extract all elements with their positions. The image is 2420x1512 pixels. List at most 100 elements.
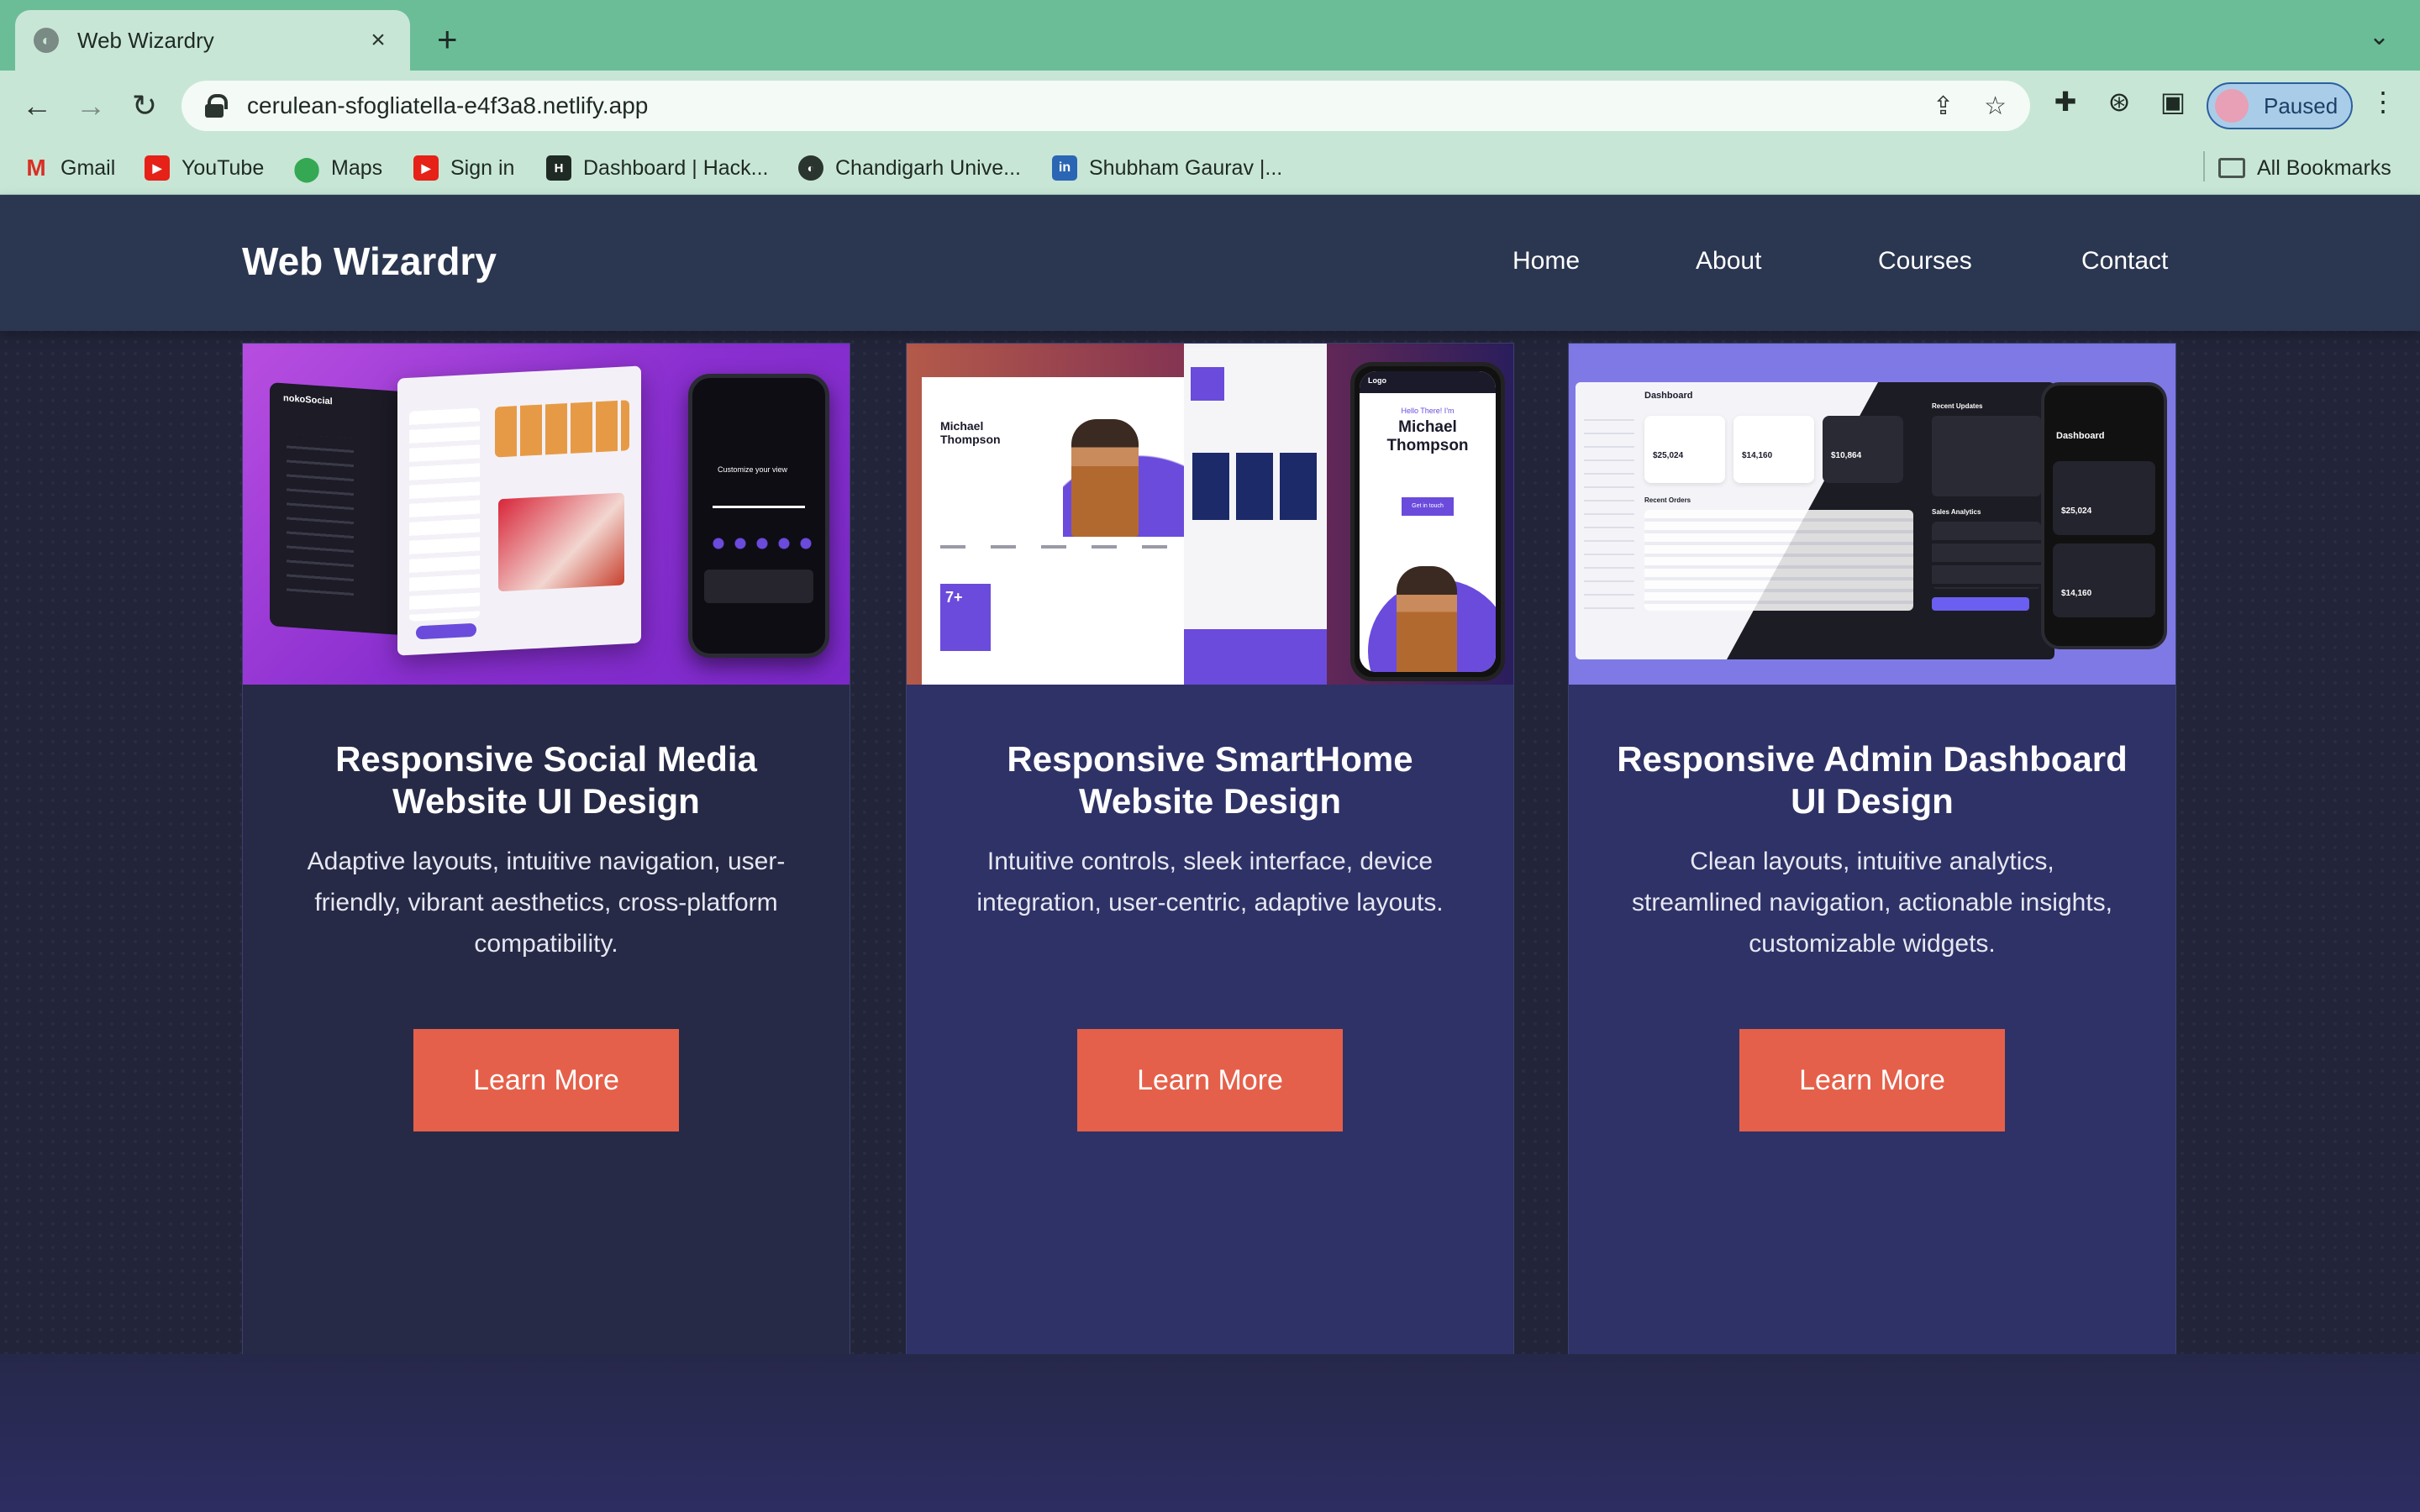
browser-toolbar: ← → ↻ cerulean-sfogliatella-e4f3a8.netli…	[0, 71, 2420, 141]
bookmark-youtube[interactable]: ▶ YouTube	[145, 153, 264, 183]
mockup-hero-name: Michael Thompson	[940, 419, 1001, 446]
all-bookmarks-label: All Bookmarks	[2257, 155, 2391, 180]
site-header: Web Wizardry Home About Courses Contact	[0, 195, 2420, 331]
mockup-phone-expenses-value: $14,160	[2061, 589, 2092, 598]
mockup-recent-updates-label: Recent Updates	[1932, 402, 1983, 410]
menu-kebab-icon[interactable]: ⋮	[2363, 86, 2403, 118]
profile-status: Paused	[2264, 92, 2338, 118]
bookmarks-bar: M Gmail ▶ YouTube ⬤ Maps ▶ Sign in H Das…	[0, 141, 2420, 195]
nav-home[interactable]: Home	[1512, 247, 1580, 276]
mockup-total-expenses-card: $14,160	[1733, 416, 1814, 483]
mockup-phone-colors	[713, 538, 813, 549]
card-title: Responsive SmartHome Website Design	[1007, 739, 1413, 821]
bookmark-label: Gmail	[60, 155, 116, 180]
back-icon[interactable]: ←	[17, 86, 57, 126]
mockup-phone-heading: Dashboard	[2056, 431, 2105, 441]
gmail-icon: M	[26, 155, 46, 181]
profile-button[interactable]: Paused	[2207, 82, 2353, 129]
extensions-icon[interactable]: ✚	[2045, 86, 2086, 118]
browser-tab[interactable]: ◐ Web Wizardry ×	[15, 10, 410, 71]
mockup-recent-orders-label: Recent Orders	[1644, 496, 1691, 504]
maps-icon: ⬤	[293, 155, 320, 181]
mockup-phone-sales-value: $25,024	[2061, 507, 2092, 516]
nav-about[interactable]: About	[1696, 247, 1761, 276]
avatar	[2215, 89, 2249, 123]
star-icon[interactable]: ☆	[1984, 92, 2007, 121]
mockup-phone-screen: Logo Hello There! I'm Michael Thompson G…	[1360, 371, 1496, 672]
bookmark-label: YouTube	[182, 155, 265, 180]
lock-icon[interactable]	[205, 94, 228, 118]
mockup-phone: Dashboard $25,024 $14,160	[2041, 382, 2167, 649]
mockup-brand: nokoSocial	[283, 393, 333, 407]
mockup-phone-cta: Get in touch	[1402, 497, 1454, 516]
smarthome-thumbnail: Michael Thompson 7+ Logo Hello There! I'…	[907, 344, 1513, 685]
address-bar[interactable]: cerulean-sfogliatella-e4f3a8.netlify.app…	[182, 81, 2030, 131]
social-media-thumbnail: nokoSocial Customize your view	[243, 344, 850, 685]
extension-icon[interactable]: ⊛	[2099, 86, 2139, 118]
mockup-sales-analytics-label: Sales Analytics	[1932, 508, 1981, 516]
bookmarks-divider	[2203, 151, 2205, 181]
mockup-dark-sidebar: nokoSocial	[270, 382, 413, 636]
mockup-long-page	[1184, 344, 1327, 685]
course-card-social-media: nokoSocial Customize your view Responsiv…	[242, 343, 850, 1384]
mockup-phone-panel	[704, 570, 813, 603]
learn-more-button[interactable]: Learn More	[413, 1029, 679, 1131]
url-text[interactable]: cerulean-sfogliatella-e4f3a8.netlify.app	[247, 92, 1902, 119]
mockup-stat-box: 7+	[940, 584, 991, 651]
mockup-sidebar	[1584, 407, 1634, 617]
mockup-long-page-footer	[1184, 629, 1327, 685]
mockup-updates-list	[1932, 416, 2041, 496]
nav-courses[interactable]: Courses	[1878, 247, 1972, 276]
mockup-dashboard-heading: Dashboard	[1644, 391, 1693, 401]
share-icon[interactable]: ⇪	[1933, 92, 1954, 121]
bookmark-hackerrank[interactable]: H Dashboard | Hack...	[546, 153, 768, 183]
card-description: Intuitive controls, sleek interface, dev…	[976, 848, 1444, 916]
chevron-down-icon[interactable]: ⌄	[2369, 22, 2390, 51]
nav-contact[interactable]: Contact	[2081, 247, 2168, 276]
reload-icon[interactable]: ↻	[124, 86, 165, 126]
mockup-add-product-button	[1932, 597, 2029, 611]
learn-more-button[interactable]: Learn More	[1077, 1029, 1343, 1131]
mockup-brand-row	[940, 545, 1184, 549]
mockup-phone-person	[1397, 566, 1457, 672]
mockup-total-income-value: $10,864	[1831, 451, 1862, 460]
mockup-feed-photo	[498, 492, 624, 592]
bookmark-chandigarh[interactable]: ◐ Chandigarh Unive...	[798, 153, 1021, 183]
new-tab-icon[interactable]: +	[437, 22, 458, 57]
mockup-hero-person	[1071, 419, 1139, 537]
forward-icon[interactable]: →	[71, 86, 111, 126]
mockup-total-expenses-value: $14,160	[1742, 451, 1773, 460]
mockup-phone-sales-card: $25,024	[2053, 461, 2155, 535]
bookmark-linkedin[interactable]: in Shubham Gaurav |...	[1052, 153, 1282, 183]
mockup-long-page-cards	[1192, 453, 1318, 520]
close-tab-icon[interactable]: ×	[365, 26, 392, 55]
mockup-sidebar-menu	[409, 407, 480, 622]
mockup-menu	[287, 433, 354, 607]
mockup-stat-value: 7+	[945, 589, 963, 606]
mockup-total-sales-card: $25,024	[1644, 416, 1725, 483]
bookmark-gmail[interactable]: M Gmail	[24, 153, 115, 183]
mockup-phone-greeting: Hello There! I'm	[1401, 407, 1455, 415]
mockup-create-post-button	[416, 622, 476, 640]
mockup-phone: Customize your view	[688, 374, 829, 658]
mockup-dashboard-light: Dashboard $25,024 $14,160 $10,864 Recent…	[1576, 382, 2054, 659]
all-bookmarks[interactable]: All Bookmarks	[2218, 153, 2391, 183]
mockup-phone-expenses-card: $14,160	[2053, 543, 2155, 617]
mockup-long-page-header	[1191, 367, 1224, 401]
learn-more-button[interactable]: Learn More	[1739, 1029, 2005, 1131]
mockup-stories	[495, 400, 629, 458]
globe-icon: ◐	[34, 28, 59, 53]
side-panel-icon[interactable]: ▣	[2153, 86, 2193, 118]
browser-tab-bar: ◐ Web Wizardry × + ⌄	[0, 0, 2420, 71]
mockup-total-income-card: $10,864	[1823, 416, 1903, 483]
bookmark-label: Sign in	[450, 155, 515, 180]
card-description: Clean layouts, intuitive analytics, stre…	[1631, 848, 2112, 958]
site-logo[interactable]: Web Wizardry	[242, 239, 497, 284]
linkedin-icon: in	[1052, 155, 1077, 181]
mockup-phone-heading: Customize your view	[718, 465, 788, 474]
bookmark-label: Dashboard | Hack...	[583, 155, 769, 180]
bookmark-label: Maps	[331, 155, 383, 180]
bookmark-maps[interactable]: ⬤ Maps	[293, 153, 383, 183]
card-title: Responsive Social Media Website UI Desig…	[335, 739, 757, 821]
bookmark-sign-in[interactable]: ▶ Sign in	[413, 153, 514, 183]
